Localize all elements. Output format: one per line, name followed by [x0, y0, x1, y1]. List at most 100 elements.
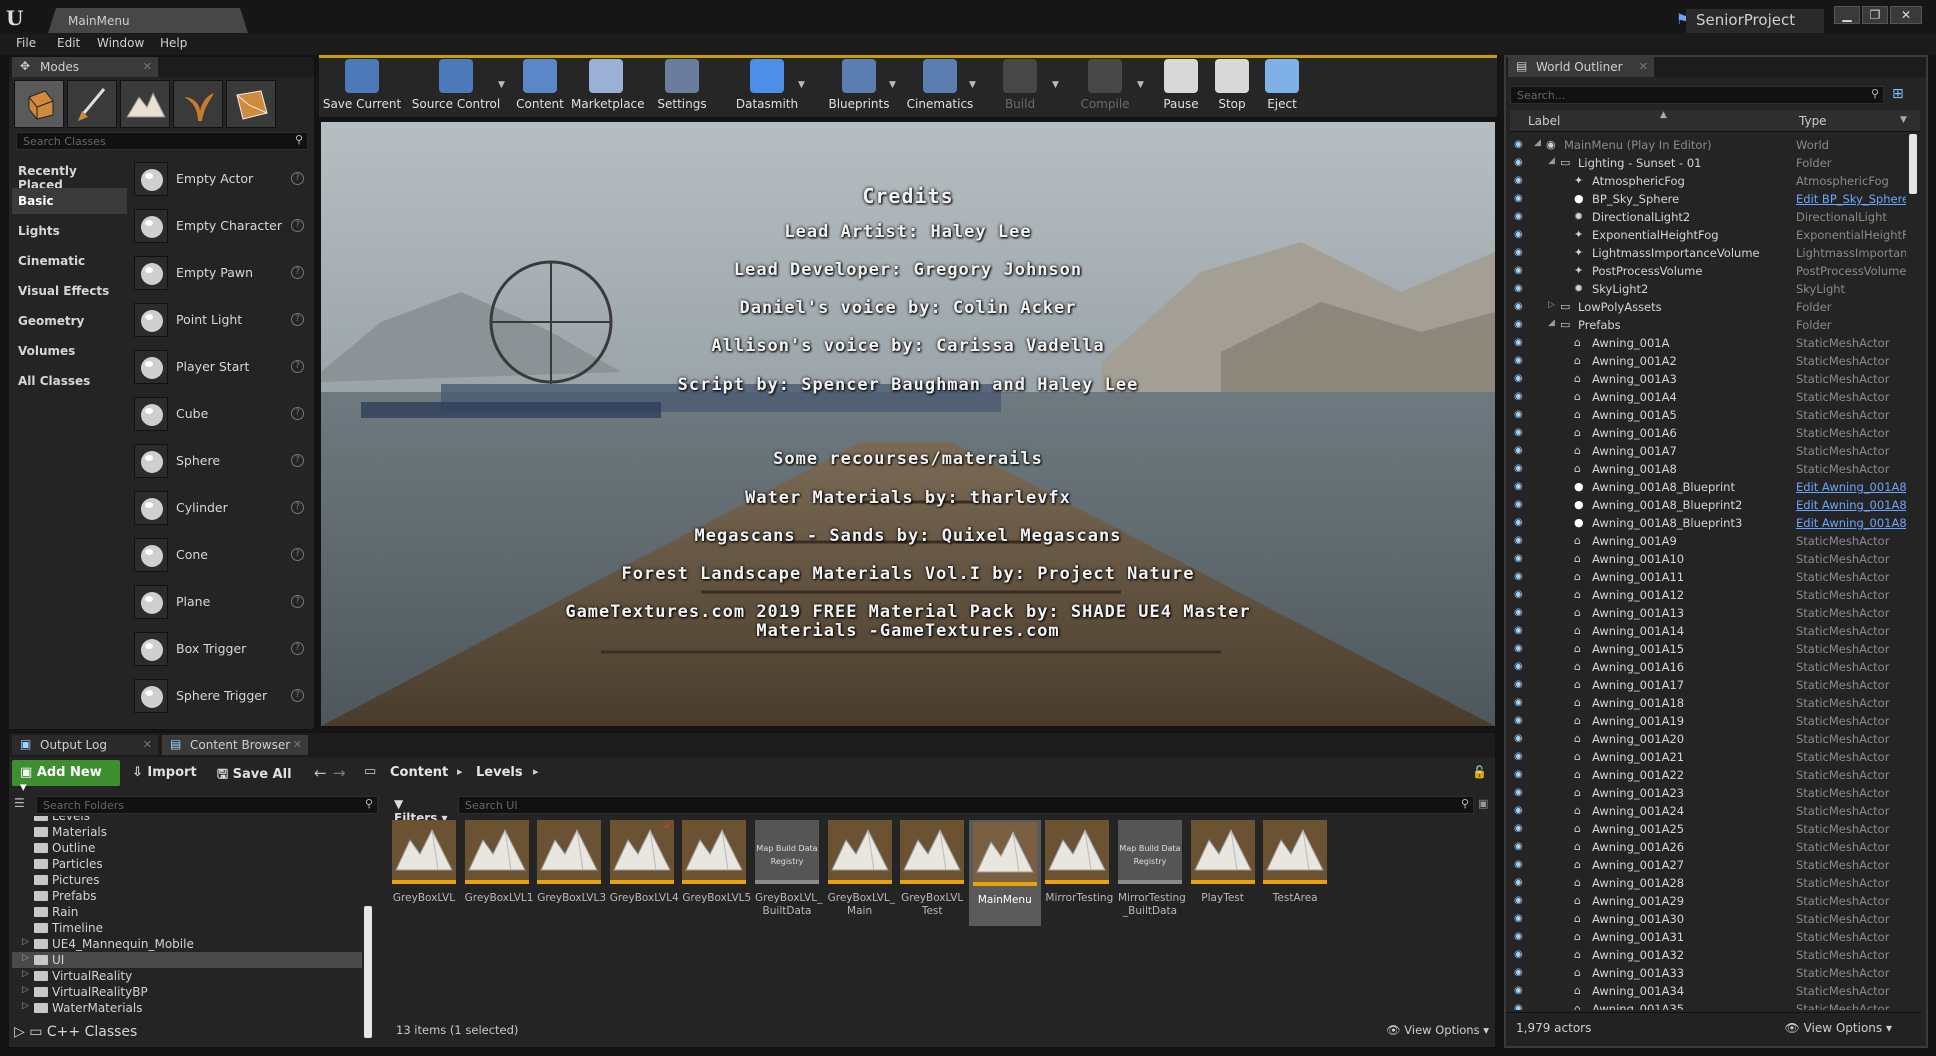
folder-item-particles[interactable]: Particles	[12, 856, 362, 872]
actor-item-point-light[interactable]: Point Light?	[134, 299, 310, 343]
visibility-eye-icon[interactable]: ◉	[1514, 895, 1528, 906]
outliner-row[interactable]: ◉ ⌂ Awning_001A13 StaticMeshActor	[1506, 604, 1922, 622]
landscape-mode-icon[interactable]	[120, 80, 170, 128]
chevron-down-icon[interactable]: ▼	[969, 80, 976, 90]
close-button[interactable]: ✕	[1890, 6, 1922, 24]
help-icon[interactable]: ?	[291, 501, 304, 514]
outliner-row[interactable]: ◉ ⌂ Awning_001A26 StaticMeshActor	[1506, 838, 1922, 856]
geometry-mode-icon[interactable]	[226, 80, 276, 128]
edit-blueprint-link[interactable]: Edit BP_Sky_Sphere	[1796, 192, 1906, 206]
visibility-eye-icon[interactable]: ◉	[1514, 247, 1528, 258]
col-label-header[interactable]: Label	[1528, 114, 1560, 128]
asset-tile[interactable]: GreyBoxLVL3	[537, 820, 606, 905]
visibility-eye-icon[interactable]: ◉	[1514, 427, 1528, 438]
settings-button[interactable]: Settings	[654, 59, 710, 115]
close-icon[interactable]: ✕	[1639, 60, 1648, 73]
outliner-row[interactable]: ◉ ⌂ Awning_001A31 StaticMeshActor	[1506, 928, 1922, 946]
chevron-down-icon[interactable]: ▼	[1137, 80, 1144, 90]
outliner-row[interactable]: ◉ ✦ AtmosphericFog AtmosphericFog	[1506, 172, 1922, 190]
folder-item-ui[interactable]: ▷ UI	[12, 952, 362, 968]
close-icon[interactable]: ✕	[143, 738, 152, 751]
help-icon[interactable]: ?	[291, 266, 304, 279]
folder-item-virtualrealitybp[interactable]: ▷ VirtualRealityBP	[12, 984, 362, 1000]
outliner-row[interactable]: ◉ ⌂ Awning_001A23 StaticMeshActor	[1506, 784, 1922, 802]
visibility-eye-icon[interactable]: ◉	[1514, 283, 1528, 294]
expand-arrow-icon[interactable]: ▷	[1548, 300, 1555, 310]
asset-tile[interactable]: Map Build Data Registry MirrorTesting _Bu…	[1118, 820, 1186, 918]
visibility-eye-icon[interactable]: ◉	[1514, 463, 1528, 474]
actor-item-empty-actor[interactable]: Empty Actor?	[134, 158, 310, 202]
marketplace-button[interactable]: Marketplace	[571, 59, 645, 115]
visibility-eye-icon[interactable]: ◉	[1514, 301, 1528, 312]
outliner-row[interactable]: ◉ ⌂ Awning_001A2 StaticMeshActor	[1506, 352, 1922, 370]
outliner-row[interactable]: ◉ ⌂ Awning_001A12 StaticMeshActor	[1506, 586, 1922, 604]
actor-item-cube[interactable]: Cube?	[134, 393, 310, 437]
chevron-down-icon[interactable]: ▼	[1900, 115, 1907, 125]
search-folders-input[interactable]: Search Folders ⚲	[36, 796, 378, 814]
folder-item-materials[interactable]: Materials	[12, 824, 362, 840]
source-control-button[interactable]: Source Control	[408, 59, 504, 115]
outliner-row[interactable]: ◉ ● Awning_001A8_Blueprint3 Edit Awning_001…	[1506, 514, 1922, 532]
paint-mode-icon[interactable]	[67, 80, 117, 128]
forward-arrow-icon[interactable]: →	[333, 764, 346, 782]
visibility-eye-icon[interactable]: ◉	[1514, 715, 1528, 726]
compile-button[interactable]: Compile	[1075, 59, 1135, 115]
outliner-search-input[interactable]: Search... ⚲	[1510, 86, 1884, 104]
visibility-eye-icon[interactable]: ◉	[1514, 571, 1528, 582]
outliner-row[interactable]: ◉ ⌂ Awning_001A24 StaticMeshActor	[1506, 802, 1922, 820]
visibility-eye-icon[interactable]: ◉	[1514, 805, 1528, 816]
content-button[interactable]: Content	[515, 59, 565, 115]
outliner-row[interactable]: ◉ ◢ ◉ MainMenu (Play In Editor) World	[1506, 136, 1922, 154]
search-classes-input[interactable]: Search Classes ⚲	[16, 132, 308, 150]
menu-file[interactable]: File	[16, 36, 36, 50]
category-cinematic[interactable]: Cinematic	[12, 248, 127, 274]
outliner-row[interactable]: ◉ ✦ PostProcessVolume PostProcessVolume	[1506, 262, 1922, 280]
asset-tile[interactable]: TestArea	[1263, 820, 1328, 905]
category-recently-placed[interactable]: Recently Placed	[12, 158, 127, 192]
sources-toggle-icon[interactable]: ☰	[14, 796, 34, 814]
folder-scrollbar[interactable]	[364, 906, 372, 1038]
foliage-mode-icon[interactable]	[173, 80, 223, 128]
visibility-eye-icon[interactable]: ◉	[1514, 877, 1528, 888]
outliner-row[interactable]: ◉ ▷ ▭ LowPolyAssets Folder	[1506, 298, 1922, 316]
outliner-row[interactable]: ◉ ⌂ Awning_001A4 StaticMeshActor	[1506, 388, 1922, 406]
chevron-right-icon[interactable]: ▸	[533, 765, 539, 778]
visibility-eye-icon[interactable]: ◉	[1514, 193, 1528, 204]
asset-tile[interactable]: ✔ GreyBoxLVL4	[609, 820, 679, 905]
menu-edit[interactable]: Edit	[57, 36, 80, 50]
category-geometry[interactable]: Geometry	[12, 308, 127, 334]
visibility-eye-icon[interactable]: ◉	[1514, 769, 1528, 780]
asset-tile[interactable]: Map Build Data Registry GreyBoxLVL_ Built…	[755, 820, 822, 918]
actor-item-cylinder[interactable]: Cylinder?	[134, 487, 310, 531]
outliner-row[interactable]: ◉ ⌂ Awning_001A5 StaticMeshActor	[1506, 406, 1922, 424]
visibility-eye-icon[interactable]: ◉	[1514, 967, 1528, 978]
outliner-row[interactable]: ◉ ⌂ Awning_001A34 StaticMeshActor	[1506, 982, 1922, 1000]
outliner-row[interactable]: ◉ ⌂ Awning_001A28 StaticMeshActor	[1506, 874, 1922, 892]
expand-arrow-icon[interactable]: ▷	[22, 937, 29, 947]
outliner-scrollbar[interactable]	[1909, 134, 1917, 194]
back-arrow-icon[interactable]: ←	[314, 764, 327, 782]
eject-button[interactable]: Eject	[1261, 59, 1303, 115]
chevron-right-icon[interactable]: ▸	[457, 765, 463, 778]
folder-item-outline[interactable]: Outline	[12, 840, 362, 856]
expand-arrow-icon[interactable]: ▷	[22, 985, 29, 995]
breadcrumb-content[interactable]: Content	[390, 765, 448, 780]
outliner-row[interactable]: ◉ ⌂ Awning_001A35 StaticMeshActor	[1506, 1000, 1922, 1010]
asset-tile[interactable]: GreyBoxLVL_ Main	[827, 820, 895, 918]
outliner-row[interactable]: ◉ ⌂ Awning_001A10 StaticMeshActor	[1506, 550, 1922, 568]
outliner-row[interactable]: ◉ ⌂ Awning_001A25 StaticMeshActor	[1506, 820, 1922, 838]
visibility-eye-icon[interactable]: ◉	[1514, 157, 1528, 168]
lock-icon[interactable]: 🔓	[1472, 765, 1487, 779]
outliner-row[interactable]: ◉ ⌂ Awning_001A8 StaticMeshActor	[1506, 460, 1922, 478]
expand-arrow-icon[interactable]: ▷	[22, 953, 29, 963]
folder-item-prefabs[interactable]: Prefabs	[12, 888, 362, 904]
filters-button[interactable]: ▼ Filters ▾	[390, 796, 454, 825]
outliner-row[interactable]: ◉ ● Awning_001A8_Blueprint2 Edit Awning_001…	[1506, 496, 1922, 514]
cinematics-button[interactable]: Cinematics	[905, 59, 975, 115]
visibility-eye-icon[interactable]: ◉	[1514, 265, 1528, 276]
breadcrumb-levels[interactable]: Levels	[476, 765, 523, 780]
cpp-classes-folder[interactable]: ▷ ▭ C++ Classes	[14, 1024, 137, 1040]
collapse-arrow-icon[interactable]: ◢	[1548, 318, 1555, 328]
visibility-eye-icon[interactable]: ◉	[1514, 535, 1528, 546]
category-volumes[interactable]: Volumes	[12, 338, 127, 364]
